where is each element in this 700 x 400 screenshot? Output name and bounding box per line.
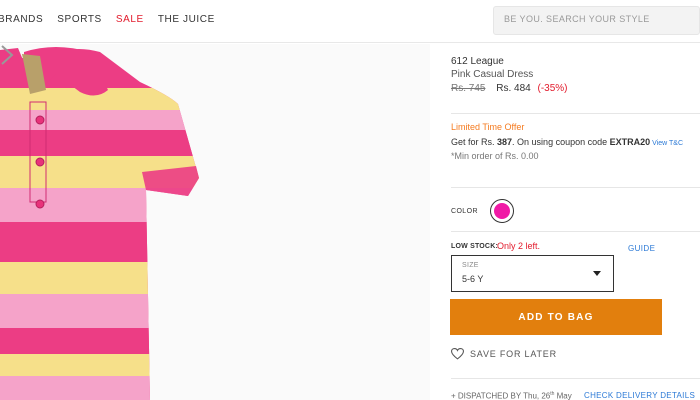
size-select[interactable]: SIZE 5-6 Y: [451, 255, 614, 292]
dispatch-info: + DISPATCHED BY Thu, 26th May: [451, 391, 572, 400]
dispatch-month: May: [554, 391, 572, 400]
view-tc-link[interactable]: View T&C: [652, 140, 683, 147]
discount-percent: (-35%): [537, 83, 568, 94]
size-guide-link[interactable]: GUIDE: [628, 244, 655, 253]
low-stock-label: LOW STOCK:: [451, 243, 498, 250]
low-stock-value: Only 2 left.: [497, 241, 541, 251]
offer-min-order: *Min order of Rs. 0.00: [451, 151, 539, 161]
search-box: [493, 6, 700, 35]
nav-item-sale[interactable]: SALE: [116, 14, 144, 25]
size-select-value: 5-6 Y: [462, 274, 484, 284]
divider: [451, 378, 700, 379]
check-delivery-link[interactable]: CHECK DELIVERY DETAILS: [584, 391, 695, 400]
save-for-later-label: SAVE FOR LATER: [470, 349, 557, 359]
save-for-later-button[interactable]: SAVE FOR LATER: [451, 348, 557, 360]
product-image: [0, 44, 430, 400]
divider: [451, 187, 700, 188]
offer-line: Get for Rs. 387. On using coupon code EX…: [451, 137, 683, 147]
header: BRANDS SPORTS SALE THE JUICE: [0, 0, 700, 43]
product-brand[interactable]: 612 League: [451, 56, 504, 67]
divider: [451, 113, 700, 114]
nav-item-sports[interactable]: SPORTS: [57, 14, 102, 25]
mrp-price: Rs. 745: [451, 83, 486, 94]
offer-price: 387: [497, 137, 513, 147]
offer-title: Limited Time Offer: [451, 122, 525, 132]
dispatch-prefix: + DISPATCHED BY: [451, 391, 524, 400]
price-row: Rs. 745 Rs. 484 (-35%): [451, 83, 568, 94]
offer-prefix: Get for Rs.: [451, 137, 498, 147]
add-to-bag-button[interactable]: ADD TO BAG: [450, 299, 662, 335]
chevron-right-icon[interactable]: [0, 44, 14, 66]
selling-price: Rs. 484: [496, 83, 531, 94]
size-select-label: SIZE: [462, 262, 479, 269]
heart-icon: [451, 348, 464, 360]
color-label: COLOR: [451, 208, 478, 215]
nav-item-the-juice[interactable]: THE JUICE: [158, 14, 215, 25]
coupon-code: EXTRA20: [609, 137, 651, 147]
color-swatch-pink[interactable]: [490, 199, 514, 223]
search-input[interactable]: [504, 14, 694, 24]
main-nav: BRANDS SPORTS SALE THE JUICE: [0, 14, 215, 25]
product-name: Pink Casual Dress: [451, 69, 534, 80]
offer-mid: . On using coupon code: [512, 137, 610, 147]
dispatch-day: Thu, 26: [523, 391, 551, 400]
divider: [451, 231, 700, 232]
nav-item-brands[interactable]: BRANDS: [0, 14, 43, 25]
polo-shirt-image: [0, 47, 199, 400]
caret-down-icon: [593, 271, 601, 276]
